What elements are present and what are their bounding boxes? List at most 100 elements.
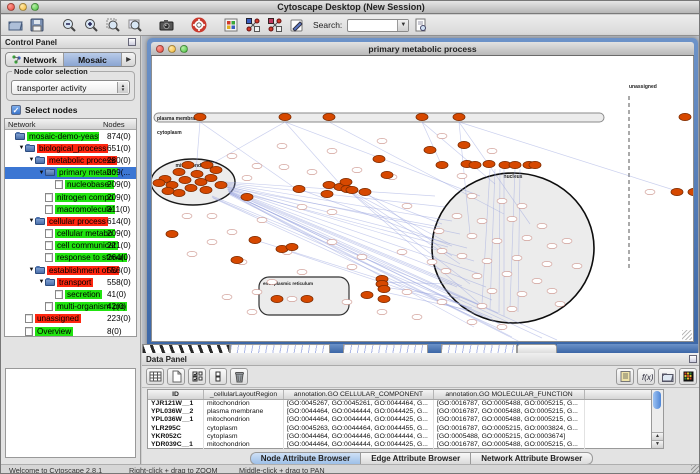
tree-expander-icon[interactable]: ▼ bbox=[28, 218, 35, 224]
table-cell[interactable]: mitochondrion bbox=[204, 416, 284, 424]
network-node-selected-color[interactable] bbox=[469, 161, 481, 168]
network-node[interactable] bbox=[542, 261, 552, 266]
table-cell[interactable]: [GO:0016787, GO:0005215, GO:0003824, G..… bbox=[434, 425, 585, 433]
network-node[interactable] bbox=[257, 217, 267, 222]
network-node[interactable] bbox=[242, 175, 252, 180]
tab-mosaic[interactable]: Mosaic bbox=[64, 53, 122, 66]
network-window-frame[interactable]: primary metabolic process plasma membran… bbox=[147, 38, 698, 353]
network-node[interactable] bbox=[207, 213, 217, 218]
close-button[interactable] bbox=[7, 3, 15, 11]
network-node[interactable] bbox=[487, 288, 497, 293]
select-all-attributes-icon[interactable] bbox=[188, 368, 206, 385]
tree-row[interactable]: cellular metabo209(0) bbox=[5, 228, 136, 240]
network-node[interactable] bbox=[457, 253, 467, 258]
network-node-selected-color[interactable] bbox=[373, 155, 385, 162]
network-node-selected-color[interactable] bbox=[416, 113, 428, 120]
network-node[interactable] bbox=[522, 235, 532, 240]
scrollbar-arrows[interactable]: ▲▼ bbox=[652, 432, 663, 448]
zoom-out-icon[interactable] bbox=[59, 16, 79, 34]
unselect-all-attributes-icon[interactable] bbox=[209, 368, 227, 385]
formula-builder-icon[interactable]: f(x) bbox=[637, 368, 655, 385]
network-node[interactable] bbox=[267, 279, 277, 284]
tree-row[interactable]: macromolecule311(0) bbox=[5, 203, 136, 215]
background-windows[interactable] bbox=[142, 344, 698, 353]
tree-row[interactable]: ▼cellular process614(0) bbox=[5, 215, 136, 227]
network-node[interactable] bbox=[412, 314, 422, 319]
import-attributes-icon[interactable] bbox=[265, 16, 285, 34]
network-node-selected-color[interactable] bbox=[162, 187, 174, 194]
network-node[interactable] bbox=[187, 251, 197, 256]
network-node-selected-color[interactable] bbox=[378, 285, 390, 292]
network-node[interactable] bbox=[327, 239, 337, 244]
network-node[interactable] bbox=[352, 167, 362, 172]
network-edge[interactable] bbox=[247, 197, 462, 286]
minimize-button[interactable] bbox=[19, 3, 27, 11]
network-node[interactable] bbox=[347, 264, 357, 269]
vizmapper-icon[interactable] bbox=[221, 16, 241, 34]
network-node[interactable] bbox=[252, 289, 262, 294]
table-row[interactable]: YLR295Ccytoplasm[GO:0045263, GO:0044464,… bbox=[148, 425, 651, 433]
network-node[interactable] bbox=[487, 148, 497, 153]
tree-row[interactable]: unassigned223(0) bbox=[5, 313, 136, 325]
network-node[interactable] bbox=[427, 259, 437, 264]
network-node[interactable] bbox=[377, 138, 387, 143]
tree-expander-icon[interactable]: ▼ bbox=[28, 267, 35, 273]
network-node-selected-color[interactable] bbox=[458, 141, 470, 148]
table-column-header[interactable]: annotation.GO CELLULAR_COMPONENT bbox=[284, 390, 434, 399]
tree-expander-icon[interactable]: ▼ bbox=[28, 157, 35, 163]
network-node[interactable] bbox=[467, 193, 477, 198]
network-node-selected-color[interactable] bbox=[509, 161, 521, 168]
network-node[interactable] bbox=[207, 239, 217, 244]
table-cell[interactable]: [GO:0044464, GO:0044446, GO:0044444, G..… bbox=[284, 433, 434, 441]
table-cell[interactable]: [GO:0045267, GO:0045261, GO:0044464, G..… bbox=[284, 400, 434, 408]
network-node[interactable] bbox=[502, 271, 512, 276]
table-cell[interactable]: [GO:0016787, GO:0005488, GO:0005215, G..… bbox=[434, 416, 585, 424]
network-node-selected-color[interactable] bbox=[688, 188, 694, 195]
table-cell[interactable] bbox=[585, 408, 651, 416]
network-node-selected-color[interactable] bbox=[271, 295, 283, 302]
network-node-selected-color[interactable] bbox=[323, 113, 335, 120]
network-node-selected-color[interactable] bbox=[201, 161, 213, 168]
network-node[interactable] bbox=[537, 223, 547, 228]
network-node-selected-color[interactable] bbox=[153, 179, 165, 186]
table-cell[interactable]: cytoplasm bbox=[204, 425, 284, 433]
network-node[interactable] bbox=[457, 173, 467, 178]
frame-resize-grip[interactable] bbox=[682, 330, 692, 340]
network-node[interactable] bbox=[482, 258, 492, 263]
network-view[interactable]: plasma membranecytoplasmmitochondrionnuc… bbox=[152, 56, 694, 342]
network-node[interactable] bbox=[327, 148, 337, 153]
network-node-selected-color[interactable] bbox=[173, 189, 185, 196]
tree-expander-icon[interactable]: ▼ bbox=[38, 279, 45, 285]
network-node[interactable] bbox=[555, 301, 565, 306]
network-node[interactable] bbox=[547, 288, 557, 293]
new-attribute-icon[interactable] bbox=[167, 368, 185, 385]
tree-row[interactable]: multi-organism pro42(0) bbox=[5, 301, 136, 313]
network-node-selected-color[interactable] bbox=[424, 146, 436, 153]
network-node-selected-color[interactable] bbox=[529, 161, 541, 168]
table-column-header[interactable]: ID bbox=[148, 390, 204, 399]
network-node[interactable] bbox=[517, 203, 527, 208]
table-cell[interactable]: [GO:0016787, GO:0005488, GO:0005215, G..… bbox=[434, 441, 585, 449]
frame-zoom-button[interactable] bbox=[180, 45, 188, 53]
tree-row[interactable]: cell communicat221(0) bbox=[5, 240, 136, 252]
table-cell[interactable] bbox=[585, 433, 651, 441]
tree-expander-icon[interactable]: ▼ bbox=[18, 145, 25, 151]
network-node[interactable] bbox=[477, 218, 487, 223]
network-node[interactable] bbox=[297, 204, 307, 209]
import-table-folder-icon[interactable] bbox=[658, 368, 676, 385]
network-node[interactable] bbox=[327, 209, 337, 214]
frame-close-button[interactable] bbox=[156, 45, 164, 53]
table-column-header[interactable]: annotation.GO MOLECULAR_FUNCTION bbox=[434, 390, 585, 399]
network-node[interactable] bbox=[512, 255, 522, 260]
network-node[interactable] bbox=[182, 213, 192, 218]
tree-row[interactable]: ▼metabolic process280(0) bbox=[5, 154, 136, 166]
search-dropdown-arrow[interactable]: ▼ bbox=[397, 20, 408, 31]
window-resize-grip[interactable] bbox=[691, 465, 700, 474]
tree-row[interactable]: ▼biological_process651(0) bbox=[5, 142, 136, 154]
network-node[interactable] bbox=[517, 291, 527, 296]
tree-row[interactable]: Overview8(0) bbox=[5, 325, 136, 337]
network-node-selected-color[interactable] bbox=[361, 291, 373, 298]
network-node-selected-color[interactable] bbox=[286, 243, 298, 250]
network-node-selected-color[interactable] bbox=[301, 295, 313, 302]
table-cell[interactable]: [GO:0044464, GO:0044444, GO:0044425, G..… bbox=[284, 408, 434, 416]
